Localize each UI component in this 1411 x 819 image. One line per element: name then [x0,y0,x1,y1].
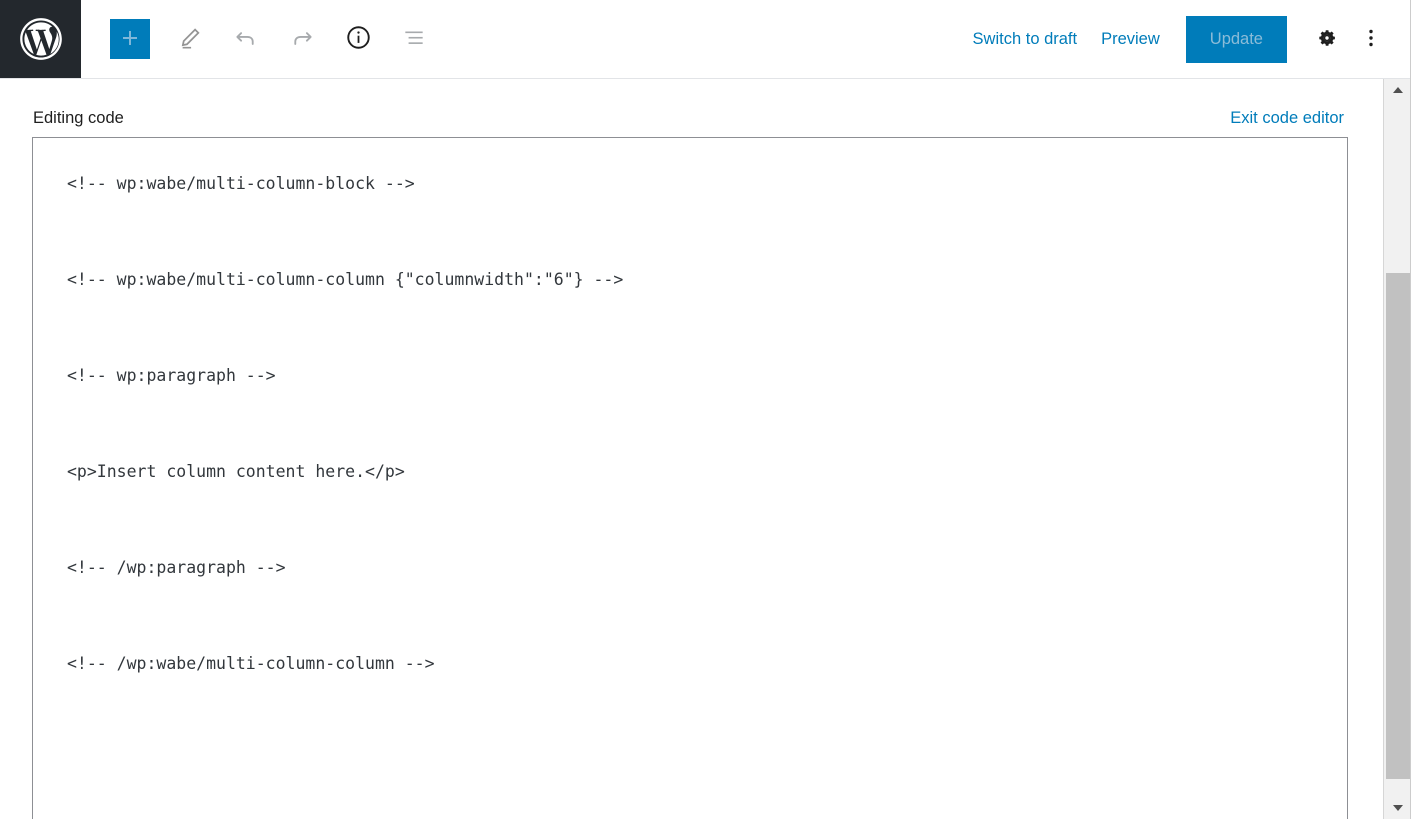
exit-code-editor-link[interactable]: Exit code editor [1228,110,1346,127]
settings-button[interactable] [1305,17,1349,61]
gear-icon [1315,26,1339,53]
scroll-down-arrow-icon [1392,805,1403,811]
redo-icon [289,25,315,54]
wordpress-logo-button[interactable] [0,0,81,78]
code-editor-content[interactable]: <!-- wp:wabe/multi-column-block --> <!--… [33,138,1347,819]
preview-button[interactable]: Preview [1089,21,1172,58]
details-info-button[interactable] [334,15,382,63]
plus-icon [118,26,142,53]
info-circle-icon [345,24,372,54]
list-view-button[interactable] [390,15,438,63]
pencil-icon [177,25,203,54]
scrollbar-thumb[interactable] [1386,273,1410,779]
more-options-button[interactable] [1349,17,1393,61]
undo-button[interactable] [222,15,270,63]
editor-header-toolbar: Switch to draft Preview Update [0,0,1411,79]
header-right-actions: Switch to draft Preview Update [961,0,1411,78]
vertical-scrollbar[interactable] [1383,79,1411,819]
update-button[interactable]: Update [1185,15,1287,63]
undo-icon [233,25,259,54]
scroll-up-arrow-button[interactable] [1384,79,1411,101]
scroll-down-arrow-button[interactable] [1384,797,1411,819]
wordpress-block-editor-app: Switch to draft Preview Update Editing c… [0,0,1411,819]
kebab-menu-icon [1361,27,1381,52]
wordpress-logo-icon [16,14,66,64]
list-view-icon [401,25,427,54]
tools-pencil-button[interactable] [166,15,214,63]
code-editor-textarea-box[interactable]: <!-- wp:wabe/multi-column-block --> <!--… [32,137,1348,819]
block-inserter-button[interactable] [110,19,150,59]
switch-to-draft-button[interactable]: Switch to draft [961,21,1090,58]
editor-content-region: Editing code Exit code editor <!-- wp:wa… [0,79,1383,819]
editing-code-label: Editing code [33,110,128,127]
scroll-up-arrow-icon [1392,87,1403,93]
header-left-tools [81,0,438,78]
redo-button[interactable] [278,15,326,63]
